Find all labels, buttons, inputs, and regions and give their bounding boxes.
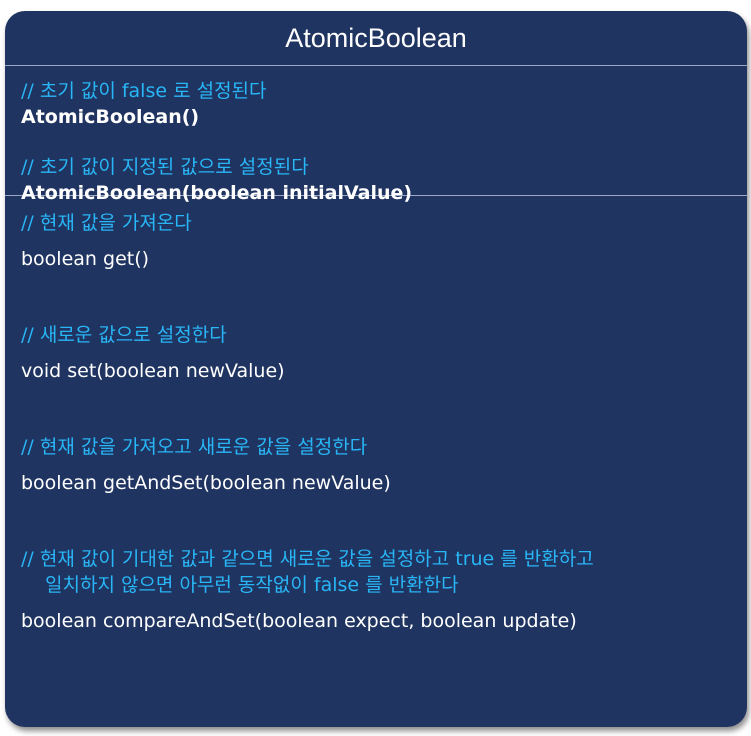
constructor-comment: // 초기 값이 지정된 값으로 설정된다 <box>21 156 309 178</box>
method-signature: boolean get() <box>21 248 150 270</box>
class-box: AtomicBoolean // 초기 값이 false 로 설정된다 Atom… <box>5 11 747 727</box>
constructor-comment: // 초기 값이 false 로 설정된다 <box>21 80 267 102</box>
constructors-section: // 초기 값이 false 로 설정된다 AtomicBoolean() //… <box>5 66 747 204</box>
method-item: // 현재 값이 기대한 값과 같으면 새로운 값을 설정하고 true 를 반… <box>21 546 747 634</box>
method-comment: // 현재 값을 가져오고 새로운 값을 설정한다 <box>21 436 368 458</box>
class-title: AtomicBoolean <box>5 11 747 66</box>
method-item: // 새로운 값으로 설정한다 void set(boolean newValu… <box>21 322 747 384</box>
constructor-signature: AtomicBoolean() <box>21 106 200 128</box>
method-signature: boolean compareAndSet(boolean expect, bo… <box>21 610 577 632</box>
methods-section: // 현재 값을 가져온다 boolean get() // 새로운 값으로 설… <box>5 196 747 634</box>
method-comment: // 새로운 값으로 설정한다 <box>21 324 227 346</box>
method-signature: boolean getAndSet(boolean newValue) <box>21 472 391 494</box>
method-signature: void set(boolean newValue) <box>21 360 285 382</box>
method-item: // 현재 값을 가져오고 새로운 값을 설정한다 boolean getAnd… <box>21 434 747 496</box>
method-comment-continued: 일치하지 않으면 아무런 동작없이 false 를 반환한다 <box>45 574 459 596</box>
method-comment: // 현재 값을 가져온다 <box>21 212 192 234</box>
method-comment: // 현재 값이 기대한 값과 같으면 새로운 값을 설정하고 true 를 반… <box>21 548 594 570</box>
constructor-item: // 초기 값이 false 로 설정된다 AtomicBoolean() <box>21 78 747 130</box>
method-item: // 현재 값을 가져온다 boolean get() <box>21 210 747 272</box>
